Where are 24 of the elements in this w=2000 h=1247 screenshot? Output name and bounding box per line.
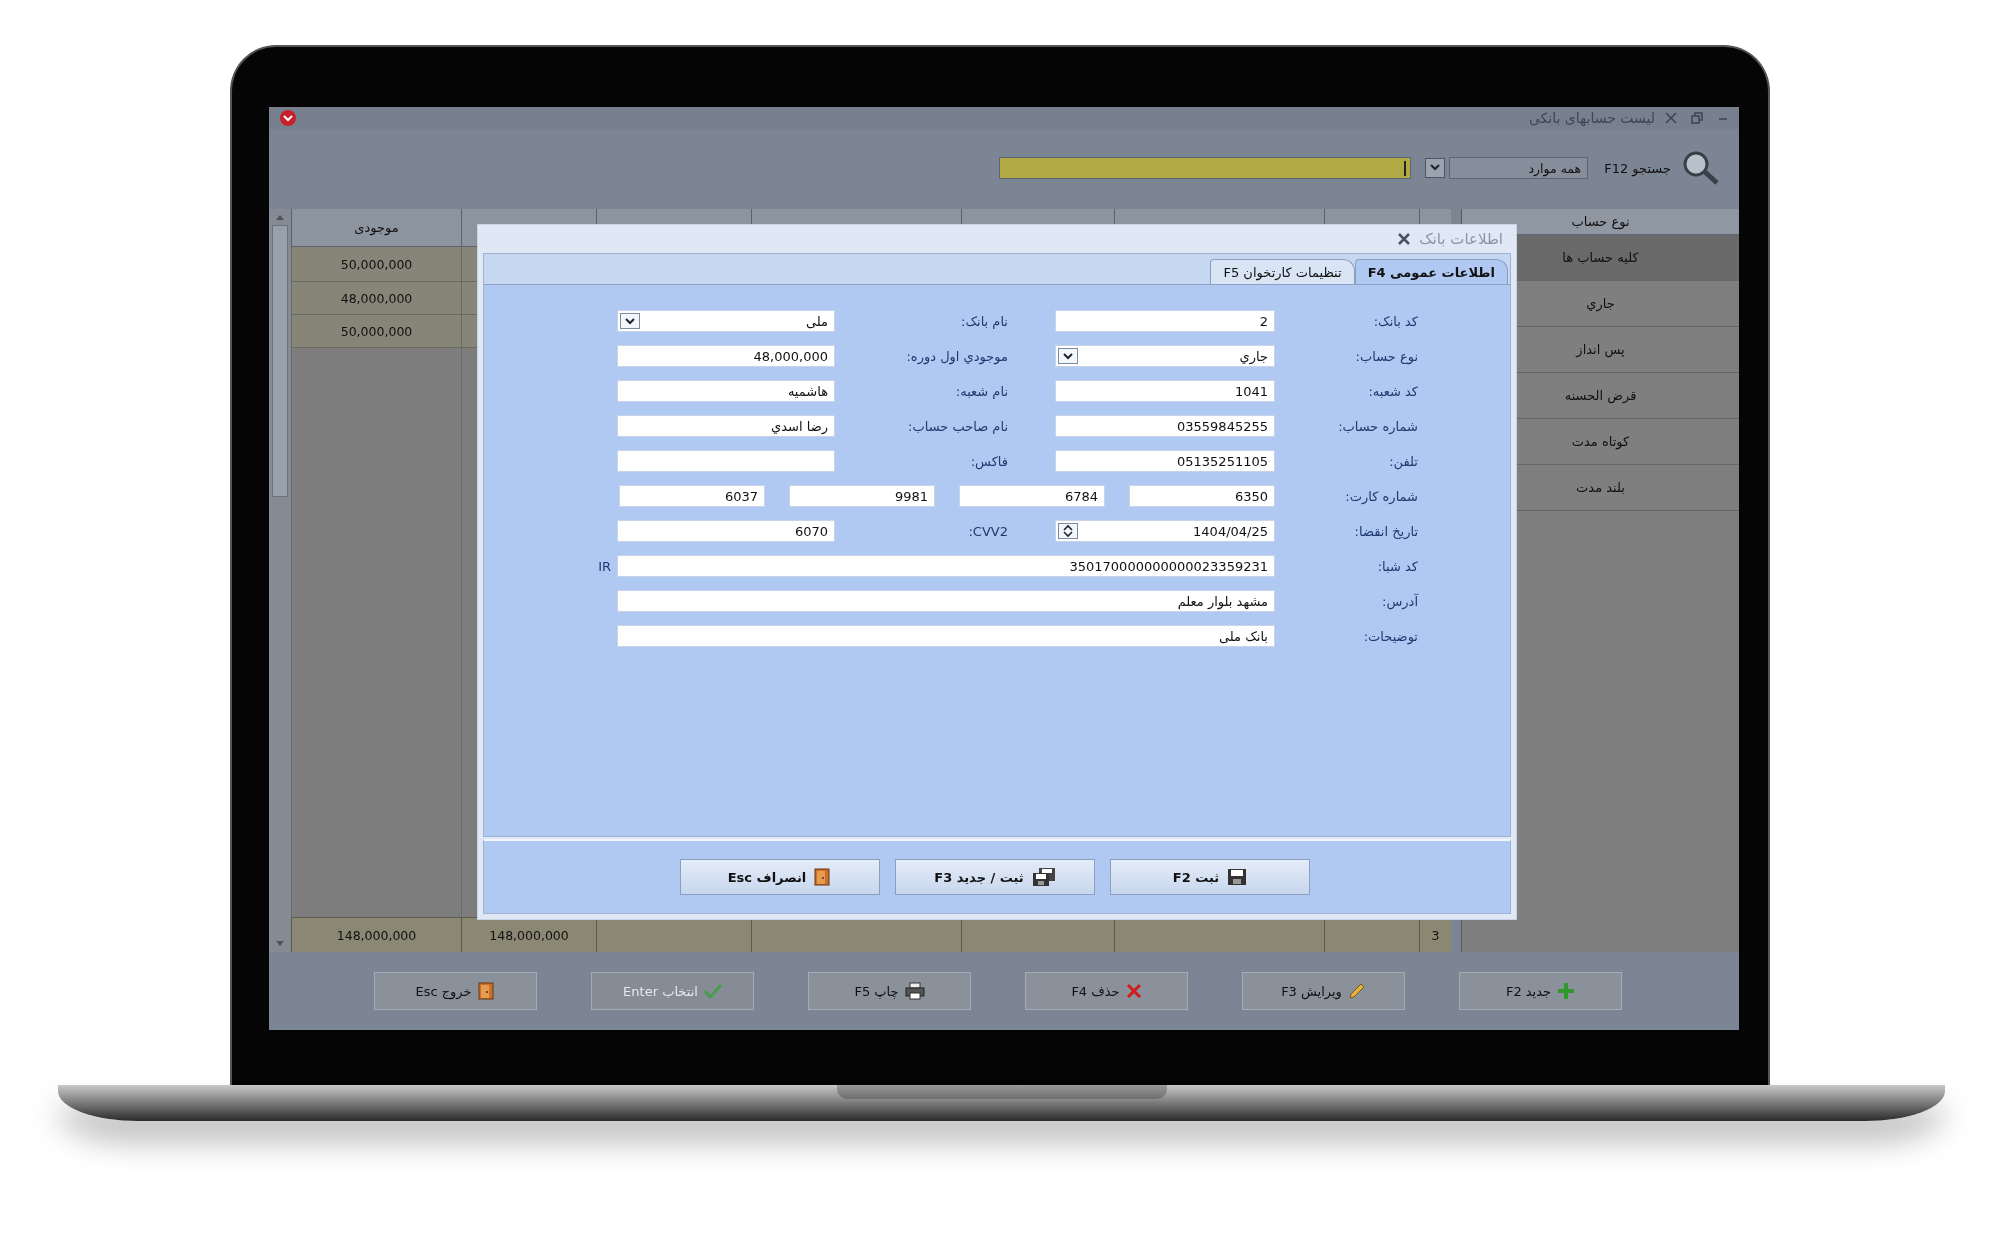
- field-label: کد شعبه:: [1367, 383, 1419, 399]
- field-label: تلفن:: [1388, 453, 1419, 469]
- field-label: کد شبا:: [1376, 558, 1419, 574]
- field-label: توضیحات:: [1362, 628, 1419, 644]
- window-title: لیست حسابهای بانکی: [1528, 110, 1655, 126]
- field-label: موجودي اول دوره:: [905, 348, 1009, 364]
- field-label: شماره کارت:: [1344, 488, 1419, 504]
- field-label: فاکس:: [969, 453, 1009, 469]
- search-label: جستجو F12: [1604, 160, 1671, 176]
- footer-cell: 148,000,000: [291, 917, 461, 952]
- field-suffix: IR: [597, 558, 612, 574]
- table-cell: 50,000,000: [291, 247, 461, 282]
- field-label: شماره حساب:: [1337, 418, 1419, 434]
- table-cell: 48,000,000: [291, 282, 461, 315]
- field-label: CVV2:: [967, 523, 1009, 539]
- field-label: نام صاحب حساب:: [907, 418, 1009, 434]
- field-label: نام بانک:: [960, 313, 1009, 329]
- field-label: آدرس:: [1381, 593, 1420, 609]
- field-label: تاریخ انقضا:: [1353, 523, 1419, 539]
- table-cell: 50,000,000: [291, 315, 461, 348]
- field-label: کد بانک:: [1372, 313, 1419, 329]
- field-label: نام شعبه:: [954, 383, 1009, 399]
- field-label: نوع حساب:: [1354, 348, 1419, 364]
- footer-cell: 148,000,000: [461, 917, 596, 952]
